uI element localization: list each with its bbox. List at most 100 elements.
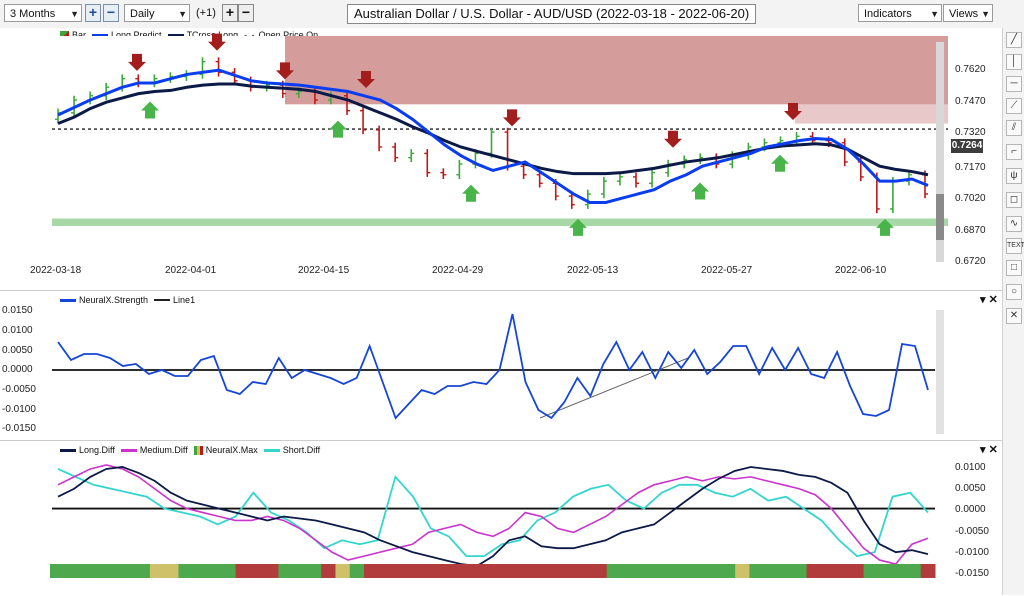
interval-select-value: Daily [130, 8, 155, 20]
neuralx-max-cell [892, 564, 907, 578]
neuralx-max-cell [421, 564, 436, 578]
views-label: Views [949, 8, 979, 20]
horizontal-line-tool-icon[interactable]: ─ [1006, 76, 1022, 92]
text-tool-icon[interactable]: TEXT [1006, 238, 1024, 254]
neuralx-max-cell [207, 564, 222, 578]
strength-y-tick: 0.0050 [2, 345, 33, 356]
zoom-out-button[interactable]: − [103, 4, 119, 22]
neuralx-max-cell [164, 564, 179, 578]
neuralx-max-cell [635, 564, 651, 578]
strength-y-tick: -0.0100 [2, 404, 36, 415]
strength-chart [52, 310, 944, 434]
neuralx-max-cell [264, 564, 279, 578]
close-tool-icon[interactable]: ✕ [1006, 308, 1022, 324]
rectangle-tool-icon[interactable]: □ [1006, 260, 1022, 276]
diff-y-tick: -0.0150 [955, 568, 989, 579]
price-y-tick: 0.7020 [955, 193, 986, 204]
offset-plus-button[interactable]: + [222, 4, 238, 22]
neuralx-max-cell [406, 564, 422, 578]
neuralx-max-cell [435, 564, 451, 578]
drawing-toolbar: ╱ │ ─ ⟋ ⫽ ⌐ ψ ◻ ∿ TEXT □ ○ ✕ [1002, 28, 1024, 595]
neuralx-max-cell [349, 564, 365, 578]
neuralx-max-cell [578, 564, 593, 578]
neuralx-max-cell [278, 564, 294, 578]
x-tick: 2022-05-13 [567, 265, 619, 276]
neuralx-max-cell [820, 564, 836, 578]
neuralx-max-cell [292, 564, 308, 578]
neuralx-max-cell [521, 564, 536, 578]
neuralx-max-cell [749, 564, 765, 578]
neuralx-max-cell [835, 564, 850, 578]
price-y-tick: 0.7170 [955, 162, 986, 173]
neuralx-max-cell [478, 564, 493, 578]
open-price-marker: 0.7264 [951, 139, 983, 153]
vertical-line-tool-icon[interactable]: │ [1006, 54, 1022, 70]
neuralx-max-cell [50, 564, 65, 578]
neuralx-max-cell [663, 564, 679, 578]
period-select-value: 3 Months [10, 8, 56, 20]
neuralx-max-cell [506, 564, 522, 578]
chevron-down-icon: ▼ [981, 9, 990, 19]
neuralx-max-cell [121, 564, 137, 578]
neuralx-max-cell [906, 564, 922, 578]
neuralx-max-cell [135, 564, 151, 578]
neuralx-max-cell [877, 564, 893, 578]
indicators-select[interactable]: Indicators ▼ [858, 4, 942, 22]
neuralx-max-cell [606, 564, 622, 578]
neuralx-max-cell [463, 564, 479, 578]
neuralx-max-cell [449, 564, 465, 578]
strength-y-tick: -0.0050 [2, 384, 36, 395]
neuralx-max-cell [149, 564, 165, 578]
neuralx-max-cell [92, 564, 108, 578]
price-y-tick: 0.6870 [955, 225, 986, 236]
resistance-zone-extension [795, 104, 948, 124]
neuralx-max-cell [535, 564, 551, 578]
neuralx-max-cell [563, 564, 579, 578]
price-y-tick: 0.7620 [955, 64, 986, 75]
callout-tool-icon[interactable]: ◻ [1006, 192, 1022, 208]
strength-y-tick: 0.0150 [2, 305, 33, 316]
neuralx-max-cell [178, 564, 194, 578]
trendline [539, 357, 689, 419]
diff-y-tick: 0.0000 [955, 504, 986, 515]
views-select[interactable]: Views ▼ [943, 4, 993, 22]
short-diff-line [57, 468, 929, 558]
wave-tool-icon[interactable]: ∿ [1006, 216, 1022, 232]
diff-y-tick: -0.0050 [955, 526, 989, 537]
interval-select[interactable]: Daily ▼ [124, 4, 190, 22]
neuralx-max-cell [720, 564, 736, 578]
fibonacci-tool-icon[interactable]: ⌐ [1006, 144, 1022, 160]
resistance-zone [285, 36, 948, 105]
neuralx-max-cell [592, 564, 608, 578]
offset-minus-button[interactable]: − [238, 4, 254, 22]
scroll-handle [936, 194, 944, 240]
channel-tool-icon[interactable]: ⫽ [1006, 120, 1022, 136]
price-y-tick: 0.7320 [955, 127, 986, 138]
neuralx-max-cell [735, 564, 750, 578]
neuralx-max-cell [678, 564, 693, 578]
strength-y-tick: -0.0150 [2, 423, 36, 434]
neuralx-max-cell [78, 564, 94, 578]
neuralx-max-cell [763, 564, 779, 578]
neuralx-max-cell [335, 564, 351, 578]
ray-tool-icon[interactable]: ⟋ [1006, 98, 1022, 114]
diff-y-tick: 0.0050 [955, 483, 986, 494]
neuralx-max-cell [620, 564, 636, 578]
neuralx-max-cell [849, 564, 865, 578]
trendline-tool-icon[interactable]: ╱ [1006, 32, 1022, 48]
neuralx-max-cell [863, 564, 879, 578]
strength-y-tick: 0.0000 [2, 364, 33, 375]
x-tick: 2022-06-10 [835, 265, 887, 276]
period-select[interactable]: 3 Months ▼ [4, 4, 82, 22]
zoom-in-button[interactable]: + [85, 4, 101, 22]
neuralx-max-cell [378, 564, 394, 578]
strength-y-tick: 0.0100 [2, 325, 33, 336]
x-tick: 2022-04-15 [298, 265, 350, 276]
pitchfork-tool-icon[interactable]: ψ [1006, 168, 1022, 184]
ellipse-tool-icon[interactable]: ○ [1006, 284, 1022, 300]
neuralx-max-cell [792, 564, 808, 578]
neuralx-max-cell [692, 564, 708, 578]
x-tick: 2022-04-01 [165, 265, 217, 276]
neuralx-max-cell [221, 564, 237, 578]
toolbar: 3 Months ▼ + − Daily ▼ (+1) + − Australi… [0, 0, 1024, 29]
